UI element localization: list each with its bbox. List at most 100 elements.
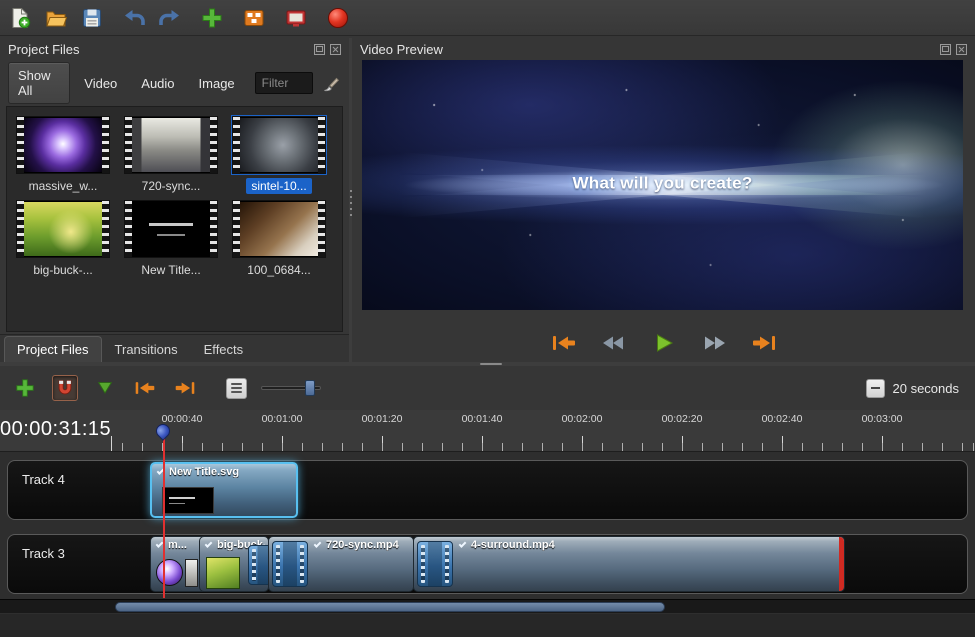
tab-effects[interactable]: Effects (191, 336, 257, 362)
float-panel-icon[interactable] (314, 44, 325, 55)
rewind-button[interactable] (599, 332, 629, 354)
file-item-massive[interactable]: massive_w... (9, 113, 117, 197)
clip-menu-icon[interactable] (314, 540, 322, 548)
add-track-plus-icon (15, 378, 35, 398)
clip-720-sync[interactable]: 720-sync.mp4 (268, 536, 414, 592)
scrollbar-thumb[interactable] (115, 602, 665, 612)
record-ball-icon (328, 8, 348, 28)
playhead-line (163, 438, 165, 598)
file-label: New Title... (136, 262, 205, 278)
clip-menu-icon[interactable] (459, 540, 467, 548)
file-item-720-sync[interactable]: 720-sync... (117, 113, 225, 197)
fast-forward-button[interactable] (699, 332, 729, 354)
project-files-panel: Project Files Show All Video Audio Image… (0, 38, 349, 362)
clip-label: New Title.svg (169, 466, 239, 478)
open-project-button[interactable] (42, 4, 70, 32)
zoom-slider[interactable] (261, 378, 321, 398)
clip-trim-end-handle[interactable] (839, 537, 844, 591)
jump-to-start-button[interactable] (549, 332, 579, 354)
save-project-button[interactable] (78, 4, 106, 32)
open-folder-icon (45, 7, 67, 29)
close-panel-icon[interactable] (330, 44, 341, 55)
next-marker-icon (174, 379, 196, 397)
file-item-big-buck[interactable]: big-buck-... (9, 197, 117, 281)
magnet-icon (55, 378, 75, 398)
play-button[interactable] (649, 332, 679, 354)
timeline-tracks-area: Track 4 New Title.svg Track 3 m... (0, 452, 975, 637)
redo-button[interactable] (156, 4, 184, 32)
track-4[interactable]: Track 4 New Title.svg (7, 460, 968, 520)
filter-tab-video[interactable]: Video (74, 70, 127, 97)
new-project-button[interactable] (6, 4, 34, 32)
previous-marker-button[interactable] (132, 375, 158, 401)
ruler-label: 00:01:20 (362, 413, 403, 425)
add-track-button[interactable] (12, 375, 38, 401)
clip-menu-icon[interactable] (205, 540, 213, 548)
file-thumbnail (124, 200, 218, 258)
timeline-empty-area (0, 614, 975, 637)
clip-thumbnail (206, 557, 240, 589)
film-icon (248, 545, 269, 585)
center-on-playhead-button[interactable] (226, 378, 247, 399)
film-icon (272, 541, 308, 587)
float-panel-icon[interactable] (940, 44, 951, 55)
import-files-button[interactable] (198, 4, 226, 32)
ruler-label: 00:01:00 (262, 413, 303, 425)
redo-icon (159, 7, 181, 29)
file-label: 100_0684... (242, 262, 315, 278)
timeline-toolbar: 20 seconds (0, 366, 975, 410)
play-icon (654, 333, 674, 353)
ruler-minor-ticks (104, 443, 975, 451)
project-files-title: Project Files (8, 42, 80, 57)
zoom-scale-label: 20 seconds (893, 381, 960, 396)
file-thumbnail (232, 116, 326, 174)
file-item-100-0684[interactable]: 100_0684... (225, 197, 333, 281)
clip-big-buck[interactable]: big-buck- (199, 536, 269, 592)
undo-button[interactable] (120, 4, 148, 32)
timeline-ruler[interactable]: 00:00:40 00:01:00 00:01:20 00:01:40 00:0… (104, 410, 975, 451)
clip-label: 720-sync.mp4 (326, 539, 399, 551)
openshot-window: Project Files Show All Video Audio Image… (0, 0, 975, 637)
fullscreen-button[interactable] (282, 4, 310, 32)
clip-new-title[interactable]: New Title.svg (150, 462, 298, 518)
project-files-header: Project Files (0, 38, 349, 60)
filter-input[interactable] (255, 72, 313, 94)
add-marker-button[interactable] (92, 375, 118, 401)
file-label: 720-sync... (137, 178, 206, 194)
timeline-horizontal-scrollbar[interactable] (0, 599, 975, 613)
video-preview-panel: Video Preview What will you create? (352, 38, 975, 362)
track-3[interactable]: Track 3 m... big-buck- (7, 534, 968, 594)
snapping-toggle-button[interactable] (52, 375, 78, 401)
file-label: massive_w... (24, 178, 103, 194)
project-files-filter-bar: Show All Video Audio Image (8, 68, 341, 98)
file-item-sintel[interactable]: sintel-10... (225, 113, 333, 197)
filter-tab-show-all[interactable]: Show All (8, 62, 70, 104)
zoom-scale-icon[interactable] (866, 379, 885, 398)
close-panel-icon[interactable] (956, 44, 967, 55)
filter-tab-image[interactable]: Image (189, 70, 245, 97)
tab-project-files[interactable]: Project Files (4, 336, 102, 362)
track-name: Track 4 (22, 472, 65, 487)
file-thumbnail (232, 200, 326, 258)
transport-controls (352, 332, 975, 354)
file-label: big-buck-... (28, 262, 97, 278)
main-toolbar (0, 0, 975, 36)
choose-profile-button[interactable] (240, 4, 268, 32)
filter-tab-audio[interactable]: Audio (131, 70, 184, 97)
clip-label: m... (168, 539, 187, 551)
plus-icon (201, 7, 223, 29)
zoom-slider-handle[interactable] (305, 380, 315, 396)
jump-to-end-button[interactable] (749, 332, 779, 354)
film-icon (417, 541, 453, 587)
save-icon (81, 7, 103, 29)
clip-thumbnail (156, 559, 183, 586)
clear-filter-button[interactable] (321, 71, 341, 95)
file-item-new-title[interactable]: New Title... (117, 197, 225, 281)
jump-to-start-icon (551, 334, 577, 352)
export-video-button[interactable] (324, 4, 352, 32)
timeline-ruler-row: 00:00:31:15 00:00:40 00:01:00 00:01:20 0… (0, 410, 975, 452)
next-marker-button[interactable] (172, 375, 198, 401)
clip-surround[interactable]: 4-surround.mp4 (413, 536, 845, 592)
tab-transitions[interactable]: Transitions (102, 336, 191, 362)
profile-icon (243, 7, 265, 29)
